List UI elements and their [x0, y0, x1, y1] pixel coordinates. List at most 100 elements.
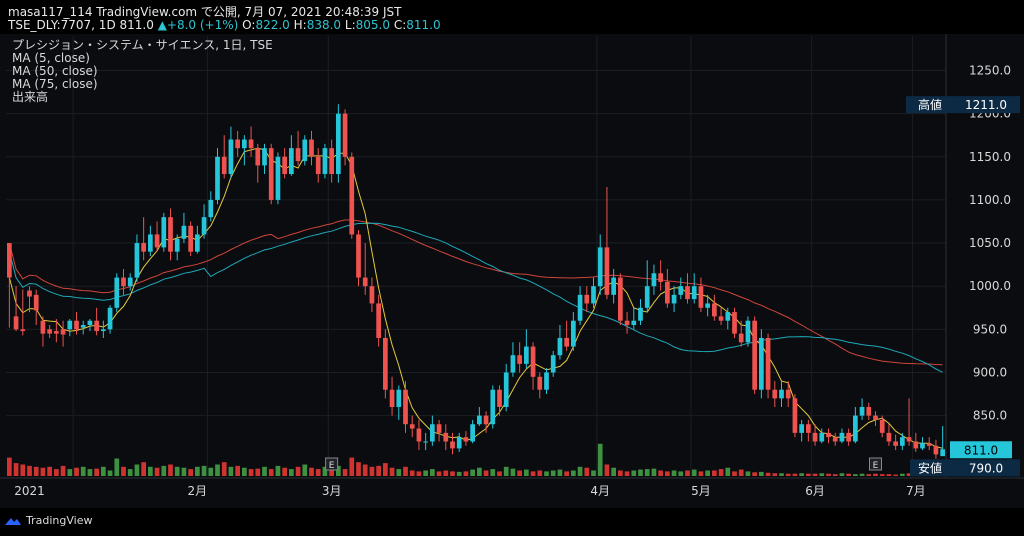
- candle-body[interactable]: [879, 419, 885, 433]
- candle-body[interactable]: [618, 277, 623, 321]
- candle-body[interactable]: [221, 156, 227, 175]
- candle-body[interactable]: [812, 432, 818, 442]
- candle-body[interactable]: [712, 303, 717, 317]
- candle-body[interactable]: [235, 139, 240, 149]
- candle-body[interactable]: [544, 372, 549, 390]
- legend-volume[interactable]: 出来高: [12, 91, 273, 104]
- candle-body[interactable]: [67, 320, 73, 330]
- candle-body[interactable]: [188, 225, 193, 252]
- candle-body[interactable]: [698, 286, 704, 308]
- candle-body[interactable]: [738, 333, 744, 343]
- candle-body[interactable]: [584, 294, 590, 304]
- candle-body[interactable]: [336, 113, 341, 175]
- candle-body[interactable]: [195, 234, 200, 252]
- candle-body[interactable]: [591, 286, 596, 304]
- candle-body[interactable]: [443, 432, 449, 442]
- candle-body[interactable]: [302, 139, 308, 162]
- candle-body[interactable]: [322, 148, 328, 175]
- candle-body[interactable]: [134, 243, 140, 278]
- candle-body[interactable]: [819, 432, 825, 442]
- candle-body[interactable]: [745, 320, 751, 343]
- candle-body[interactable]: [638, 307, 643, 321]
- candle-body[interactable]: [389, 389, 395, 407]
- candle-body[interactable]: [456, 437, 462, 449]
- candle-body[interactable]: [463, 437, 469, 442]
- candle-body[interactable]: [423, 441, 428, 443]
- candle-body[interactable]: [215, 156, 220, 200]
- candle-body[interactable]: [557, 337, 563, 356]
- candle-body[interactable]: [436, 424, 442, 433]
- candle-body[interactable]: [376, 303, 381, 338]
- candle-body[interactable]: [47, 329, 52, 334]
- candle-body[interactable]: [87, 320, 93, 326]
- candle-body[interactable]: [127, 277, 133, 287]
- candle-body[interactable]: [658, 273, 663, 282]
- candle-body[interactable]: [537, 376, 543, 390]
- candle-body[interactable]: [282, 156, 287, 175]
- candle-body[interactable]: [503, 372, 509, 407]
- candle-body[interactable]: [826, 432, 831, 438]
- candle-body[interactable]: [470, 424, 475, 442]
- candle-body[interactable]: [289, 148, 294, 175]
- candle-body[interactable]: [168, 217, 173, 252]
- candle-body[interactable]: [772, 389, 778, 399]
- candle-body[interactable]: [671, 294, 677, 304]
- candle-body[interactable]: [624, 320, 630, 326]
- candle-body[interactable]: [315, 156, 321, 175]
- candle-body[interactable]: [832, 437, 838, 442]
- candle-body[interactable]: [255, 148, 261, 166]
- candle-body[interactable]: [685, 286, 690, 300]
- candle-body[interactable]: [550, 355, 556, 373]
- candle-body[interactable]: [665, 281, 670, 304]
- candle-body[interactable]: [725, 312, 731, 321]
- candle-body[interactable]: [94, 320, 99, 332]
- candle-body[interactable]: [148, 234, 153, 252]
- candle-body[interactable]: [490, 389, 496, 425]
- candle-body[interactable]: [174, 238, 180, 252]
- candle-body[interactable]: [40, 320, 46, 334]
- candle-body[interactable]: [792, 398, 798, 433]
- candle-body[interactable]: [101, 329, 106, 332]
- candle-body[interactable]: [866, 406, 872, 416]
- candle-body[interactable]: [920, 443, 925, 449]
- candle-body[interactable]: [477, 415, 482, 425]
- candle-body[interactable]: [74, 320, 79, 330]
- candle-body[interactable]: [268, 148, 274, 200]
- candle-body[interactable]: [597, 247, 603, 287]
- candle-body[interactable]: [383, 337, 388, 390]
- candle-body[interactable]: [859, 406, 865, 416]
- candle-body[interactable]: [80, 325, 86, 328]
- candle-body[interactable]: [906, 437, 912, 442]
- candle-body[interactable]: [926, 443, 932, 446]
- candle-body[interactable]: [54, 331, 59, 334]
- candle-body[interactable]: [242, 139, 247, 149]
- candle-body[interactable]: [785, 389, 791, 399]
- candle-body[interactable]: [409, 424, 415, 429]
- candle-body[interactable]: [107, 307, 113, 330]
- candle-body[interactable]: [510, 355, 516, 373]
- candle-body[interactable]: [121, 277, 126, 287]
- candle-body[interactable]: [114, 277, 120, 308]
- candle-body[interactable]: [839, 432, 845, 442]
- candle-body[interactable]: [396, 389, 402, 407]
- candle-body[interactable]: [530, 346, 536, 377]
- legend-ma75[interactable]: MA (75, close): [12, 78, 273, 91]
- candle-body[interactable]: [678, 286, 684, 295]
- candle-body[interactable]: [732, 312, 737, 334]
- candle-body[interactable]: [416, 428, 422, 442]
- candle-body[interactable]: [295, 148, 301, 162]
- candle-body[interactable]: [356, 234, 361, 278]
- candle-body[interactable]: [571, 320, 576, 347]
- candle-body[interactable]: [799, 424, 804, 433]
- candle-body[interactable]: [886, 432, 892, 442]
- candle-body[interactable]: [940, 449, 945, 457]
- candle-body[interactable]: [362, 277, 368, 287]
- candle-body[interactable]: [577, 294, 583, 321]
- candle-body[interactable]: [208, 199, 214, 218]
- candle-body[interactable]: [517, 355, 522, 364]
- candle-body[interactable]: [779, 389, 784, 399]
- candle-body[interactable]: [933, 445, 939, 455]
- candle-body[interactable]: [33, 294, 39, 311]
- candle-body[interactable]: [60, 329, 66, 335]
- candle-body[interactable]: [524, 346, 529, 364]
